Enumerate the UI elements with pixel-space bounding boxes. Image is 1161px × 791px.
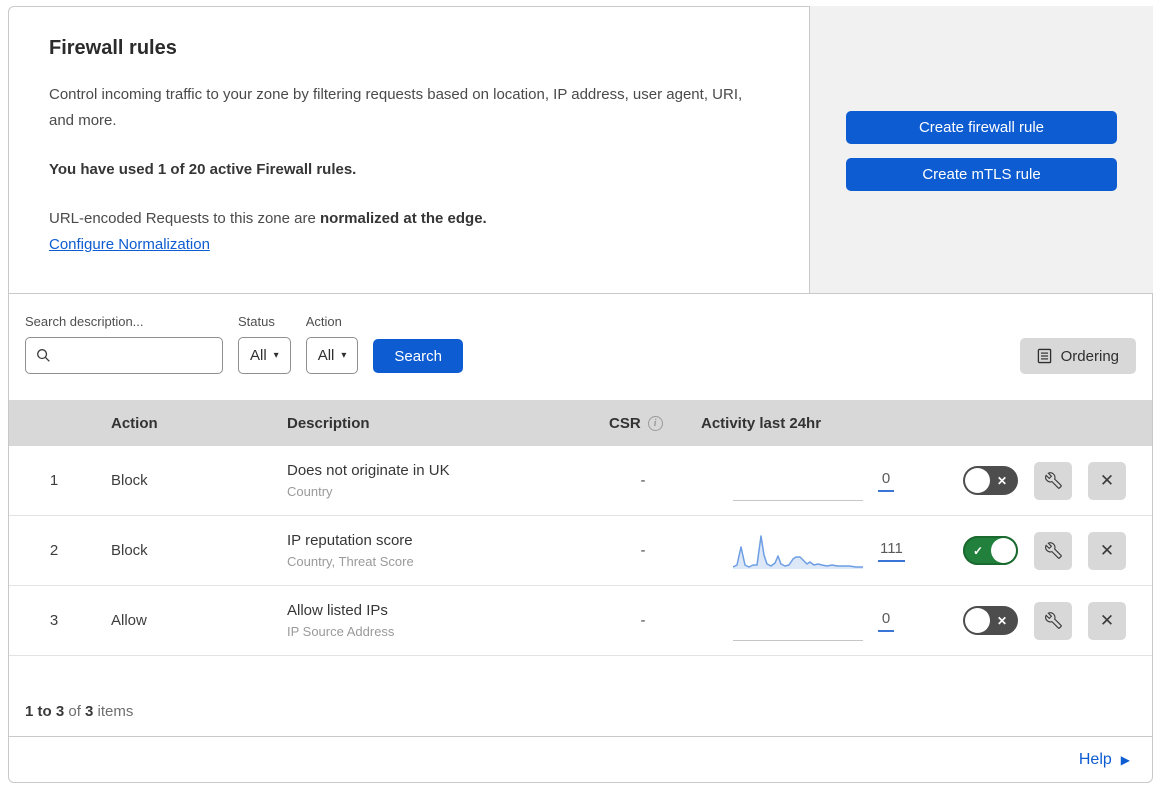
header-description: Description bbox=[287, 414, 370, 432]
rule-description: IP reputation score bbox=[287, 532, 413, 549]
help-row: Help ▶ bbox=[9, 736, 1152, 782]
close-icon: ✕ bbox=[1099, 470, 1115, 490]
activity-sparkline-empty bbox=[733, 461, 863, 501]
rule-priority: 3 bbox=[49, 612, 59, 629]
activity-sparkline bbox=[733, 531, 863, 571]
arrow-right-icon: ▶ bbox=[1120, 752, 1130, 767]
page-title: Firewall rules bbox=[49, 37, 177, 59]
wrench-icon bbox=[1044, 542, 1062, 559]
ordering-list-icon bbox=[1037, 348, 1051, 364]
create-mtls-rule-button[interactable]: Create mTLS rule bbox=[846, 158, 1117, 191]
actions-panel: Create firewall rule Create mTLS rule bbox=[810, 6, 1153, 293]
rule-enable-toggle[interactable]: ✕ bbox=[963, 466, 1018, 495]
activity-sparkline-empty bbox=[733, 601, 863, 641]
rule-action: Block bbox=[111, 472, 148, 489]
action-dropdown[interactable]: All ▾ bbox=[305, 337, 359, 374]
usage-summary: You have used 1 of 20 active Firewall ru… bbox=[49, 160, 357, 178]
activity-count-link[interactable]: 0 bbox=[878, 470, 894, 492]
chevron-down-icon: ▾ bbox=[273, 349, 279, 361]
rule-action: Allow bbox=[111, 612, 147, 629]
info-icon[interactable]: i bbox=[647, 415, 663, 431]
rule-enable-toggle[interactable]: ✕ bbox=[963, 606, 1018, 635]
help-label: Help bbox=[1078, 750, 1112, 768]
rule-fields: Country, Threat Score bbox=[287, 554, 414, 569]
toggle-off-x-icon: ✕ bbox=[997, 613, 1008, 628]
search-button[interactable]: Search bbox=[373, 339, 463, 373]
rule-fields: Country bbox=[287, 484, 333, 499]
status-dropdown-value: All bbox=[250, 347, 267, 364]
status-label: Status bbox=[238, 314, 275, 329]
rule-priority: 1 bbox=[49, 472, 59, 489]
status-filter-group: Status All ▾ bbox=[238, 314, 291, 374]
table-row: 1 Block Does not originate in UK Country… bbox=[9, 446, 1152, 516]
rule-csr-value: - bbox=[640, 612, 646, 629]
toggle-knob bbox=[991, 538, 1016, 563]
edit-rule-button[interactable] bbox=[1034, 601, 1072, 640]
items-of-text: of bbox=[64, 703, 86, 720]
rule-description: Allow listed IPs bbox=[287, 602, 388, 619]
items-range: 1 to 3 bbox=[25, 703, 65, 720]
firewall-rules-card: Firewall rules Control incoming traffic … bbox=[8, 6, 810, 293]
action-label: Action bbox=[305, 314, 342, 329]
wrench-icon bbox=[1044, 472, 1062, 489]
rule-action: Block bbox=[111, 542, 148, 559]
header-csr: CSR i bbox=[597, 415, 689, 432]
edit-rule-button[interactable] bbox=[1034, 461, 1072, 500]
filter-bar: Search description... Status All ▾ Actio… bbox=[9, 294, 1152, 400]
configure-normalization-link[interactable]: Configure Normalization bbox=[49, 236, 210, 253]
rule-enable-toggle[interactable]: ✓ bbox=[963, 536, 1018, 565]
toggle-knob bbox=[965, 468, 990, 493]
sparkline-chart bbox=[733, 534, 863, 569]
table-row: 2 Block IP reputation score Country, Thr… bbox=[9, 516, 1152, 586]
rule-description: Does not originate in UK bbox=[287, 462, 450, 479]
table-header-row: Action Description CSR i Activity last 2… bbox=[9, 400, 1152, 446]
rules-list-card: Search description... Status All ▾ Actio… bbox=[8, 293, 1153, 783]
action-filter-group: Action All ▾ bbox=[305, 314, 359, 374]
header-csr-label: CSR bbox=[609, 414, 641, 432]
activity-count-link[interactable]: 0 bbox=[878, 610, 894, 632]
close-icon: ✕ bbox=[1099, 540, 1115, 560]
toggle-knob bbox=[965, 608, 990, 633]
search-label: Search description... bbox=[25, 314, 144, 329]
rule-priority: 2 bbox=[49, 542, 59, 559]
activity-count-link[interactable]: 111 bbox=[878, 540, 905, 562]
edit-rule-button[interactable] bbox=[1034, 531, 1072, 570]
search-icon bbox=[37, 349, 50, 362]
rule-csr-value: - bbox=[640, 542, 646, 559]
rule-fields: IP Source Address bbox=[287, 624, 395, 639]
header-section: Firewall rules Control incoming traffic … bbox=[8, 6, 1153, 293]
search-group: Search description... bbox=[25, 314, 223, 374]
header-activity: Activity last 24hr bbox=[701, 414, 822, 432]
action-dropdown-value: All bbox=[317, 347, 335, 364]
chevron-down-icon: ▾ bbox=[341, 349, 347, 361]
delete-rule-button[interactable]: ✕ bbox=[1088, 531, 1126, 570]
delete-rule-button[interactable]: ✕ bbox=[1088, 601, 1126, 640]
normalization-text: URL-encoded Requests to this zone are bbox=[49, 209, 320, 227]
search-input[interactable] bbox=[58, 346, 212, 365]
close-icon: ✕ bbox=[1099, 610, 1115, 630]
normalization-bold-text: normalized at the edge. bbox=[320, 209, 487, 227]
delete-rule-button[interactable]: ✕ bbox=[1088, 461, 1126, 500]
header-action: Action bbox=[111, 414, 158, 432]
ordering-button-label: Ordering bbox=[1060, 347, 1119, 365]
table-row: 3 Allow Allow listed IPs IP Source Addre… bbox=[9, 586, 1152, 656]
normalization-status: URL-encoded Requests to this zone are no… bbox=[49, 210, 769, 227]
pagination-summary: 1 to 3 of 3 items bbox=[9, 703, 1152, 736]
toggle-off-x-icon: ✕ bbox=[997, 473, 1008, 488]
ordering-button[interactable]: Ordering bbox=[1019, 338, 1136, 374]
status-dropdown[interactable]: All ▾ bbox=[238, 337, 291, 374]
search-input-wrapper[interactable] bbox=[25, 337, 223, 374]
help-link[interactable]: Help ▶ bbox=[1079, 751, 1130, 769]
toggle-on-check-icon: ✓ bbox=[973, 543, 984, 558]
rule-csr-value: - bbox=[640, 472, 646, 489]
create-firewall-rule-button[interactable]: Create firewall rule bbox=[846, 111, 1117, 144]
items-label: items bbox=[93, 703, 134, 720]
wrench-icon bbox=[1044, 612, 1062, 629]
page-description: Control incoming traffic to your zone by… bbox=[49, 86, 743, 130]
